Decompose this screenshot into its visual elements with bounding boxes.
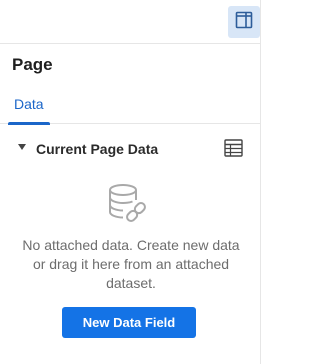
tab-data-label: Data <box>14 96 44 112</box>
current-page-data-header[interactable]: Current Page Data <box>0 136 261 164</box>
tab-data[interactable]: Data <box>8 84 50 125</box>
empty-state-message: No attached data. Create new data or dra… <box>22 237 240 291</box>
panel-tabs: Data <box>0 84 261 125</box>
panel-toggle-button[interactable] <box>228 6 260 38</box>
panel-layout-icon <box>235 11 253 34</box>
page-panel: Page Data Current Page Data No attached … <box>0 0 261 364</box>
table-icon <box>223 138 243 162</box>
panel-right-border <box>260 0 261 364</box>
section-title: Current Page Data <box>36 141 159 157</box>
tab-active-indicator <box>8 122 50 125</box>
chevron-down-icon[interactable] <box>18 144 26 150</box>
table-view-button[interactable] <box>222 138 244 162</box>
panel-toolbar <box>0 0 261 364</box>
panel-title: Page <box>12 55 53 74</box>
database-link-icon <box>105 182 153 226</box>
new-data-field-button[interactable]: New Data Field <box>62 307 196 338</box>
